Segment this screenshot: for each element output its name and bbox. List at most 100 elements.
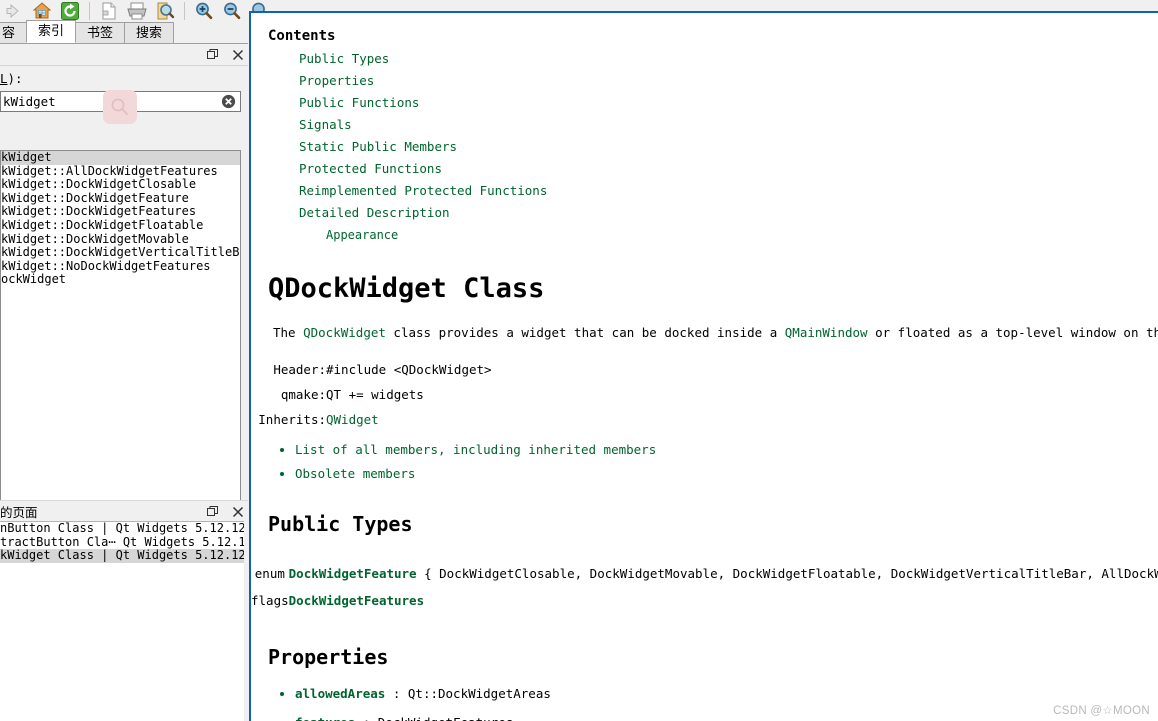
help-viewer-window: 容 索引 书签 搜索 L): kWidget kWidget kWidget::…: [0, 0, 1158, 721]
link-obsolete-members[interactable]: Obsolete members: [295, 466, 415, 481]
class-brief: The QDockWidget class provides a widget …: [273, 325, 1158, 340]
toc-link-signals[interactable]: Signals: [299, 114, 1158, 136]
copy-icon[interactable]: [95, 0, 123, 22]
link-qmainwindow[interactable]: QMainWindow: [785, 325, 868, 340]
requirement-key: qmake:: [280, 387, 326, 402]
requirement-value: QT += widgets: [326, 387, 424, 402]
home-icon[interactable]: [28, 0, 56, 22]
tab-bookmarks-label: 书签: [87, 25, 114, 41]
list-item[interactable]: tractButton Cla⋯ Qt Widgets 5.12.12: [0, 535, 244, 550]
toc-link-static-public-members[interactable]: Static Public Members: [299, 136, 1158, 158]
toolbar-separator: [89, 2, 90, 20]
requirement-key: Header:: [273, 362, 326, 377]
link-qwidget[interactable]: QWidget: [326, 412, 379, 427]
type-enum-values: { DockWidgetClosable, DockWidgetMovable,…: [424, 566, 1158, 581]
index-search-label: L):: [0, 66, 248, 89]
forward-icon[interactable]: [0, 0, 28, 22]
sidebar: 容 索引 书签 搜索 L): kWidget kWidget kWidget::…: [0, 20, 248, 721]
class-requirements-table: Header: #include <QDockWidget> qmake: QT…: [251, 357, 492, 432]
zoom-out-icon[interactable]: [218, 0, 246, 22]
requirement-value: #include <QDockWidget>: [326, 362, 492, 377]
list-item[interactable]: ockWidget: [1, 273, 240, 287]
table-row: Header: #include <QDockWidget>: [251, 357, 492, 382]
property-type: : Qt::DockWidgetAreas: [385, 686, 551, 701]
link-property-features[interactable]: features: [295, 715, 355, 721]
public-types-table: enum DockWidgetFeature { DockWidgetClosa…: [251, 560, 1158, 614]
toolbar-separator-2: [184, 2, 185, 20]
tab-search-label: 搜索: [136, 25, 163, 41]
list-item: allowedAreas : Qt::DockWidgetAreas: [295, 686, 1158, 701]
index-search-label-rest: ):: [7, 71, 23, 86]
brief-text-2: class provides a widget that can be dock…: [385, 325, 785, 340]
link-dockwidgetfeature[interactable]: DockWidgetFeature: [289, 566, 417, 581]
toc-link-appearance[interactable]: Appearance: [326, 224, 1158, 246]
table-row: flags DockWidgetFeatures: [251, 587, 1158, 614]
toc-link-reimplemented-protected-functions[interactable]: Reimplemented Protected Functions: [299, 180, 1158, 202]
open-pages-titlebar: 的页面: [0, 500, 248, 521]
list-item[interactable]: kWidget::AllDockWidgetFeatures: [1, 164, 240, 179]
contents-list: Public Types Properties Public Functions Si…: [251, 48, 1158, 246]
clear-icon[interactable]: [221, 94, 236, 109]
restore-icon[interactable]: [206, 49, 219, 62]
print-icon[interactable]: [123, 0, 151, 22]
tab-bookmarks[interactable]: 书签: [75, 22, 126, 43]
list-item[interactable]: kWidget Class | Qt Widgets 5.12.12: [0, 549, 244, 563]
toc-link-public-functions[interactable]: Public Functions: [299, 92, 1158, 114]
list-item: List of all members, including inherited…: [295, 442, 1158, 457]
section-heading-properties: Properties: [268, 645, 389, 669]
table-row: qmake: QT += widgets: [251, 382, 492, 407]
index-search-input[interactable]: [0, 91, 241, 112]
zoom-in-icon[interactable]: [190, 0, 218, 22]
link-dockwidgetfeatures[interactable]: DockWidgetFeatures: [289, 593, 424, 608]
restore-icon[interactable]: [206, 506, 219, 519]
contents-heading: Contents: [268, 28, 336, 44]
close-icon[interactable]: [231, 49, 244, 62]
toc-link-detailed-description[interactable]: Detailed Description: [299, 202, 1158, 224]
sidebar-tabbar: 容 索引 书签 搜索: [0, 20, 248, 44]
open-pages-dock-panel: 的页面 nButton Class | Qt Widgets 5.12.12 t…: [0, 500, 248, 721]
list-item[interactable]: kWidget::DockWidgetVerticalTitleBar: [1, 246, 240, 260]
link-property-allowedareas[interactable]: allowedAreas: [295, 686, 385, 701]
list-item[interactable]: kWidget::DockWidgetClosable: [1, 178, 240, 192]
documentation-viewport[interactable]: Contents Public Types Properties Public Fu…: [249, 11, 1158, 721]
list-item: Obsolete members: [295, 466, 1158, 481]
link-qdockwidget[interactable]: QDockWidget: [303, 325, 386, 340]
type-signature: DockWidgetFeature { DockWidgetClosable, …: [289, 560, 1158, 587]
requirement-key: Inherits:: [258, 412, 326, 427]
type-signature: DockWidgetFeatures: [289, 587, 1158, 614]
list-item[interactable]: kWidget::DockWidgetFeatures: [1, 205, 240, 219]
list-item[interactable]: kWidget::DockWidgetFloatable: [1, 218, 240, 233]
index-dock-panel: L): kWidgetkWidget::AllDockWidgetFeature…: [0, 44, 248, 511]
class-links-list: List of all members, including inherited…: [251, 442, 1158, 481]
toc-link-protected-functions[interactable]: Protected Functions: [299, 158, 1158, 180]
index-search-wrapper: [0, 91, 241, 112]
type-kind: enum: [254, 566, 285, 581]
property-type: : DockWidgetFeatures: [355, 715, 514, 721]
list-item[interactable]: kWidget::DockWidgetMovable: [1, 232, 240, 247]
index-list[interactable]: kWidget kWidget::AllDockWidgetFeatures kWi…: [0, 150, 241, 511]
list-item: features : DockWidgetFeatures: [295, 715, 1158, 721]
toc-link-properties[interactable]: Properties: [299, 70, 1158, 92]
tab-search[interactable]: 搜索: [124, 22, 175, 43]
table-row: Inherits: QWidget: [251, 407, 492, 432]
index-search-label-accel: L: [0, 71, 8, 86]
properties-list: allowedAreas : Qt::DockWidgetAreas featu…: [251, 686, 1158, 721]
page-title: QDockWidget Class: [268, 273, 545, 304]
tab-index-label: 索引: [38, 24, 65, 39]
link-all-members[interactable]: List of all members, including inherited…: [295, 442, 656, 457]
list-item[interactable]: nButton Class | Qt Widgets 5.12.12: [0, 522, 244, 536]
find-icon[interactable]: [151, 0, 179, 22]
list-item[interactable]: kWidget: [1, 151, 240, 165]
documentation-body: Contents Public Types Properties Public Fu…: [251, 13, 1158, 721]
list-item[interactable]: kWidget::NoDockWidgetFeatures: [1, 259, 240, 274]
tab-index[interactable]: 索引: [26, 20, 77, 43]
requirement-value: QWidget: [326, 407, 492, 432]
tab-contents[interactable]: 容: [0, 22, 28, 43]
reload-icon[interactable]: [56, 0, 84, 22]
watermark: CSDN @☆MOON: [1053, 705, 1150, 717]
open-pages-list[interactable]: nButton Class | Qt Widgets 5.12.12 tractB…: [0, 521, 244, 721]
type-kind: flags: [251, 593, 289, 608]
list-item[interactable]: kWidget::DockWidgetFeature: [1, 191, 240, 206]
toc-link-public-types[interactable]: Public Types: [299, 48, 1158, 70]
close-icon[interactable]: [231, 506, 244, 519]
